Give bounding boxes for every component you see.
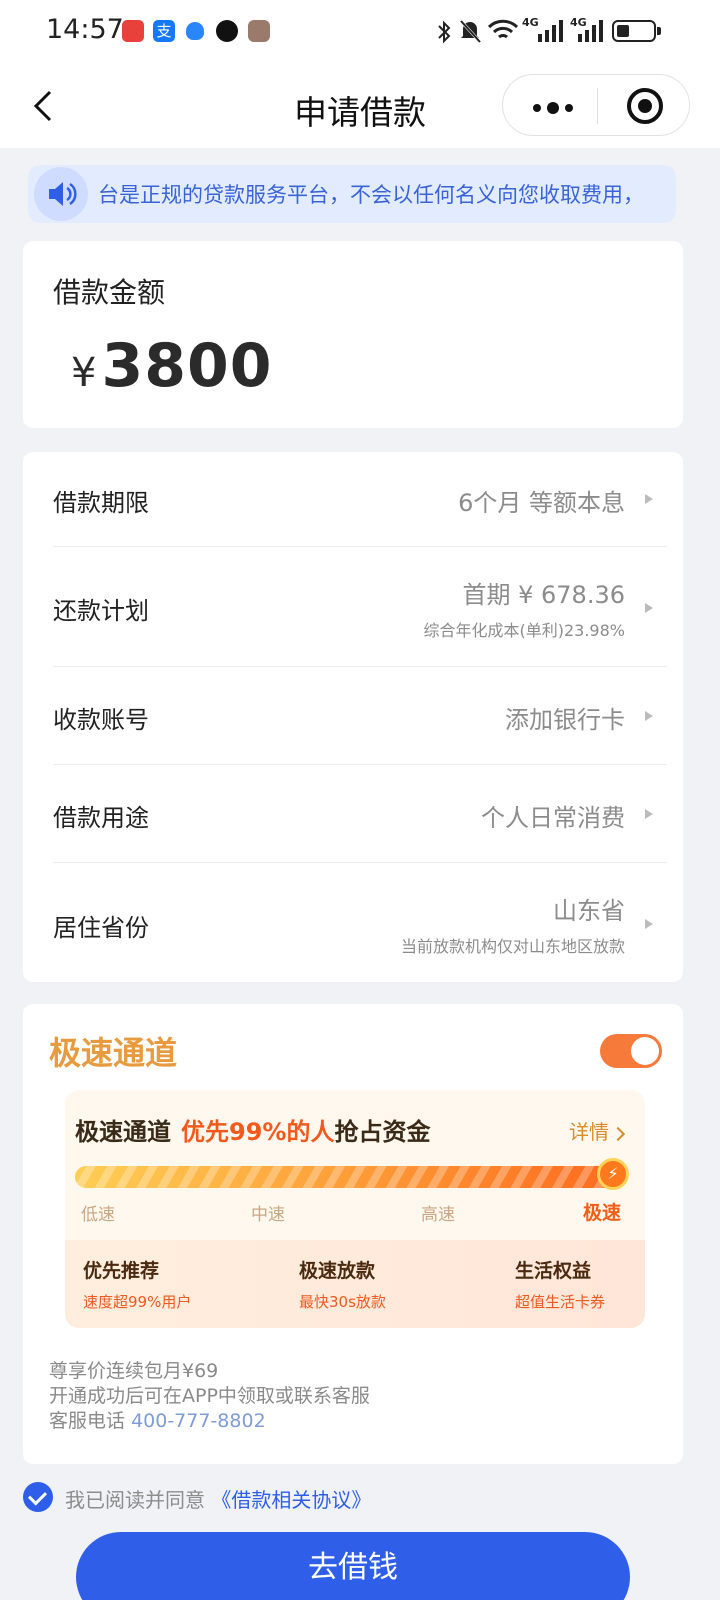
amount-number: 3800 <box>101 331 273 401</box>
promo-detail-link[interactable]: 详情 <box>569 1116 626 1145</box>
speed-channel-toggle[interactable] <box>600 1034 662 1068</box>
benefit-title: 极速放款 <box>299 1260 376 1282</box>
plan-rate: 综合年化成本(单利)23.98% <box>423 621 626 640</box>
purpose-label: 借款用途 <box>53 804 149 832</box>
account-label: 收款账号 <box>53 706 149 734</box>
benefits-strip: 优先推荐 速度超99%用户 极速放款 最快30s放款 生活权益 超值生活卡券 <box>65 1240 645 1328</box>
benefit-sub: 超值生活卡券 <box>515 1293 606 1311</box>
promo-head-tail: 抢占资金 <box>334 1118 431 1146</box>
chevron-right-icon <box>645 919 653 929</box>
province-note: 当前放款机构仅对山东地区放款 <box>400 937 625 956</box>
avatar-app-icon <box>248 20 270 42</box>
promo-head-highlight: 优先99%的人 <box>181 1118 335 1146</box>
chevron-right-icon <box>645 494 653 504</box>
red-app-icon <box>122 20 144 42</box>
speed-channel-info: 尊享价连续包月¥69 开通成功后可在APP中领取或联系客服 客服电话 400-7… <box>49 1359 370 1434</box>
promo-detail-label: 详情 <box>569 1120 609 1144</box>
level-top: 极速 <box>583 1202 622 1224</box>
plan-label: 还款计划 <box>53 597 149 625</box>
level-mid: 中速 <box>251 1205 285 1225</box>
amount-label: 借款金额 <box>53 276 166 309</box>
benefit-title: 优先推荐 <box>83 1260 160 1282</box>
speed-promo-panel: 极速通道 优先99%的人抢占资金 详情 ⚡ 低速 中速 高速 极速 优先推荐 速度… <box>65 1090 645 1328</box>
benefit-item: 生活权益 超值生活卡券 <box>515 1256 605 1312</box>
wifi-icon <box>487 19 519 39</box>
row-repayment-plan[interactable]: 还款计划 首期 ¥ 678.36 综合年化成本(单利)23.98% <box>53 547 667 667</box>
row-province[interactable]: 居住省份 山东省 当前放款机构仅对山东地区放款 <box>53 863 667 982</box>
close-mini-program-icon[interactable] <box>627 88 663 124</box>
plan-value: 首期 ¥ 678.36 <box>462 581 625 609</box>
agreement-text: 我已阅读并同意 《借款相关协议》 <box>65 1484 371 1513</box>
loan-details-card: 借款期限 6个月 等额本息 还款计划 首期 ¥ 678.36 综合年化成本(单利… <box>23 452 683 982</box>
benefit-sub: 最快30s放款 <box>299 1293 386 1311</box>
term-value: 6个月 等额本息 <box>458 489 625 517</box>
benefit-sub: 速度超99%用户 <box>83 1293 192 1311</box>
promo-head-a: 极速通道 <box>75 1118 171 1146</box>
capsule-divider <box>597 88 598 124</box>
row-term[interactable]: 借款期限 6个月 等额本息 <box>53 452 667 547</box>
lightning-icon: ⚡ <box>597 1158 629 1190</box>
province-value: 山东省 <box>553 897 625 925</box>
bluetooth-icon <box>438 20 451 44</box>
level-high: 高速 <box>421 1205 455 1225</box>
notice-banner: 台是正规的贷款服务平台，不会以任何名义向您收取费用， <box>28 165 676 223</box>
speaker-icon <box>34 167 88 221</box>
service-phone-link[interactable]: 400-777-8802 <box>131 1410 266 1432</box>
currency-symbol: ¥ <box>71 350 98 396</box>
purpose-value: 个人日常消费 <box>481 804 625 832</box>
signal-icon-1 <box>538 20 563 42</box>
status-time: 14:57 <box>46 14 124 45</box>
notice-text: 台是正规的贷款服务平台，不会以任何名义向您收取费用， <box>98 183 644 207</box>
level-low: 低速 <box>81 1205 115 1225</box>
speed-channel-title: 极速通道 <box>49 1034 178 1072</box>
status-bar: 14:57 支 4G 4G <box>0 0 720 66</box>
agree-checkbox[interactable] <box>23 1482 53 1512</box>
claim-line: 开通成功后可在APP中领取或联系客服 <box>49 1385 370 1407</box>
battery-icon <box>612 20 661 42</box>
row-account[interactable]: 收款账号 添加银行卡 <box>53 667 667 765</box>
signal-icon-2 <box>578 20 603 42</box>
province-label: 居住省份 <box>53 914 149 942</box>
price-line: 尊享价连续包月¥69 <box>49 1360 219 1382</box>
speed-progress-bar <box>75 1166 621 1188</box>
toggle-knob <box>631 1037 659 1065</box>
mute-bell-icon <box>459 19 482 44</box>
chevron-right-icon <box>645 603 653 613</box>
benefit-title: 生活权益 <box>515 1260 592 1282</box>
agreement-link[interactable]: 《借款相关协议》 <box>211 1488 371 1512</box>
benefit-item: 极速放款 最快30s放款 <box>299 1256 386 1312</box>
more-icon[interactable] <box>533 102 573 114</box>
speed-channel-card: 极速通道 极速通道 优先99%的人抢占资金 详情 ⚡ 低速 中速 高速 极速 优先… <box>23 1004 683 1464</box>
phone-line: 客服电话 400-777-8802 <box>49 1409 370 1434</box>
chevron-right-icon <box>610 1126 626 1142</box>
chevron-right-icon <box>645 711 653 721</box>
submit-loan-button[interactable]: 去借钱 <box>76 1532 630 1600</box>
term-label: 借款期限 <box>53 489 149 517</box>
chevron-right-icon <box>645 809 653 819</box>
mini-program-capsule <box>502 74 690 136</box>
promo-headline: 极速通道 优先99%的人抢占资金 <box>75 1112 430 1147</box>
amount-card: 借款金额 ¥3800 <box>23 241 683 428</box>
benefit-item: 优先推荐 速度超99%用户 <box>83 1256 191 1312</box>
amount-value[interactable]: ¥3800 <box>71 331 272 401</box>
shield-app-icon <box>186 22 204 40</box>
row-purpose[interactable]: 借款用途 个人日常消费 <box>53 765 667 863</box>
account-value: 添加银行卡 <box>505 706 625 734</box>
alipay-icon: 支 <box>153 20 175 42</box>
agreement-prefix: 我已阅读并同意 <box>65 1488 205 1512</box>
qq-icon <box>216 20 238 42</box>
phone-label: 客服电话 <box>49 1410 126 1432</box>
nav-bar: 申请借款 <box>0 66 720 148</box>
